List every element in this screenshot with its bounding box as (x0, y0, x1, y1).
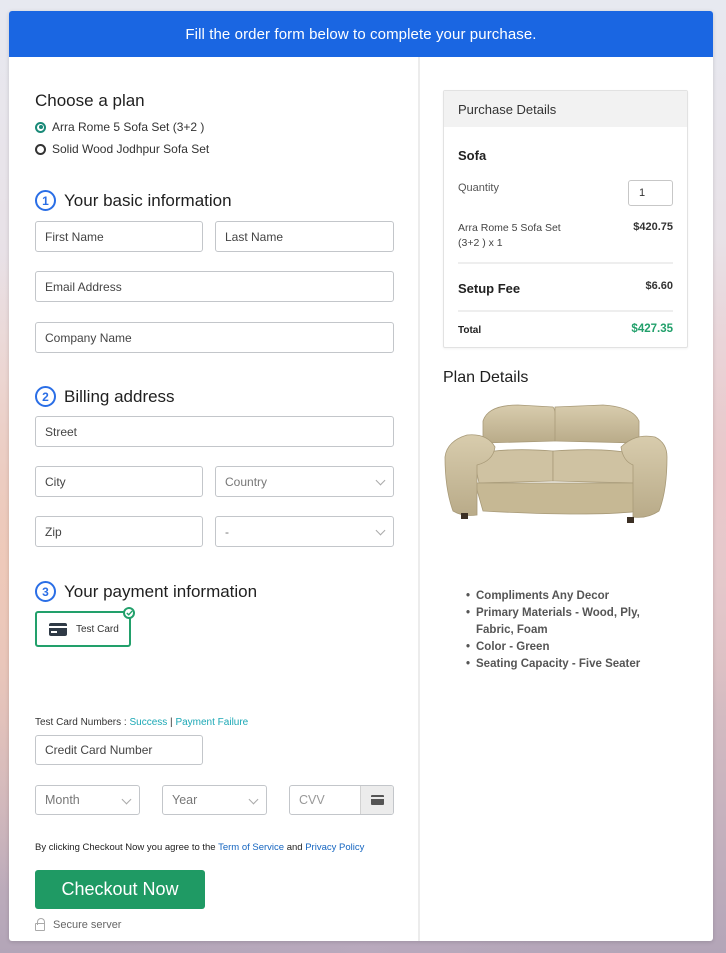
product-name: Sofa (458, 148, 487, 163)
test-card-numbers: Test Card Numbers : Success | Payment Fa… (35, 717, 248, 728)
payment-method-label: Test Card (76, 623, 119, 635)
step-number-icon: 2 (35, 386, 56, 407)
privacy-policy-link[interactable]: Privacy Policy (305, 842, 364, 853)
terms-of-service-link[interactable]: Term of Service (218, 842, 284, 853)
sofa-image (443, 399, 669, 531)
header-banner: Fill the order form below to complete yo… (9, 11, 713, 57)
country-select-value: Country (225, 474, 268, 489)
radio-unchecked-icon[interactable] (35, 143, 46, 155)
plan-option-arra-rome[interactable]: Arra Rome 5 Sofa Set (3+2 ) (35, 120, 418, 134)
order-form: Choose a plan Arra Rome 5 Sofa Set (3+2 … (9, 57, 420, 941)
month-select-value: Month (45, 793, 80, 807)
summary-panel: Purchase Details Sofa Quantity 1 Arra Ro… (420, 57, 713, 941)
state-select-value: - (225, 524, 229, 539)
street-input[interactable]: Street (35, 416, 394, 447)
setup-fee-price: $6.60 (645, 280, 673, 292)
credit-card-icon (49, 622, 67, 636)
divider (458, 310, 673, 312)
city-input[interactable]: City (35, 466, 203, 497)
chevron-down-icon (375, 475, 386, 486)
test-card-numbers-label: Test Card Numbers : (35, 717, 130, 728)
plan-option-label: Arra Rome 5 Sofa Set (3+2 ) (52, 120, 205, 134)
line-item-name: Arra Rome 5 Sofa Set (3+2 ) x 1 (458, 221, 561, 251)
chevron-down-icon (375, 525, 386, 536)
section-title: Your payment information (64, 581, 258, 601)
billing-heading: 2 Billing address (35, 386, 175, 407)
credit-card-icon (370, 795, 384, 805)
chevron-down-icon (248, 794, 259, 805)
payment-method-test-card[interactable]: Test Card (35, 607, 135, 647)
total-price: $427.35 (631, 323, 673, 335)
order-form-card: Fill the order form below to complete yo… (9, 11, 713, 941)
email-input[interactable]: Email Address (35, 271, 394, 302)
feature-item: Seating Capacity - Five Seater (466, 656, 671, 673)
state-select[interactable]: - (215, 516, 394, 547)
divider (458, 262, 673, 264)
year-select[interactable]: Year (162, 785, 267, 815)
chevron-down-icon (121, 794, 132, 805)
step-number-icon: 1 (35, 190, 56, 211)
feature-item: Primary Materials - Wood, Ply, Fabric, F… (466, 605, 671, 639)
cvv-input[interactable]: CVV (289, 785, 394, 815)
year-select-value: Year (172, 793, 198, 807)
banner-text: Fill the order form below to complete yo… (185, 25, 537, 43)
zip-input[interactable]: Zip (35, 516, 203, 547)
section-title: Your basic information (64, 190, 232, 210)
line-item-name-2: (3+2 ) x 1 (458, 237, 503, 249)
cvv-placeholder: CVV (299, 793, 325, 807)
radio-checked-icon[interactable] (35, 121, 46, 133)
purchase-details-box: Purchase Details Sofa Quantity 1 Arra Ro… (443, 90, 688, 348)
feature-item: Compliments Any Decor (466, 588, 671, 605)
plan-features-list: Compliments Any Decor Primary Materials … (466, 588, 671, 673)
payment-failure-link[interactable]: Payment Failure (175, 717, 248, 728)
month-select[interactable]: Month (35, 785, 140, 815)
agreement-text: By clicking Checkout Now you agree to th… (35, 842, 364, 853)
company-input[interactable]: Company Name (35, 322, 394, 353)
agreement-and: and (284, 842, 306, 853)
basic-info-heading: 1 Your basic information (35, 190, 232, 211)
plan-details-heading: Plan Details (443, 369, 529, 386)
plan-option-jodhpur[interactable]: Solid Wood Jodhpur Sofa Set (35, 142, 418, 156)
lock-icon (35, 918, 45, 931)
last-name-input[interactable]: Last Name (215, 221, 394, 252)
payment-heading: 3 Your payment information (35, 581, 257, 602)
step-number-icon: 3 (35, 581, 56, 602)
setup-fee-label: Setup Fee (458, 281, 521, 296)
check-circle-icon (123, 607, 135, 619)
agreement-prefix: By clicking Checkout Now you agree to th… (35, 842, 219, 853)
choose-plan-heading: Choose a plan (35, 91, 145, 110)
cvv-card-addon (360, 786, 393, 814)
credit-card-number-input[interactable]: Credit Card Number (35, 735, 203, 765)
country-select[interactable]: Country (215, 466, 394, 497)
secure-server: Secure server (35, 918, 122, 931)
line-item-price: $420.75 (633, 221, 673, 233)
quantity-label: Quantity (458, 182, 499, 194)
success-link[interactable]: Success (129, 717, 167, 728)
line-item-name-1: Arra Rome 5 Sofa Set (458, 222, 561, 234)
secure-server-label: Secure server (53, 919, 122, 931)
section-title: Billing address (64, 386, 175, 406)
feature-item: Color - Green (466, 639, 671, 656)
plan-option-label: Solid Wood Jodhpur Sofa Set (52, 142, 210, 156)
checkout-now-button[interactable]: Checkout Now (35, 870, 205, 909)
quantity-input[interactable]: 1 (628, 180, 673, 206)
first-name-input[interactable]: First Name (35, 221, 203, 252)
purchase-details-heading: Purchase Details (444, 91, 687, 127)
total-label: Total (458, 325, 482, 336)
